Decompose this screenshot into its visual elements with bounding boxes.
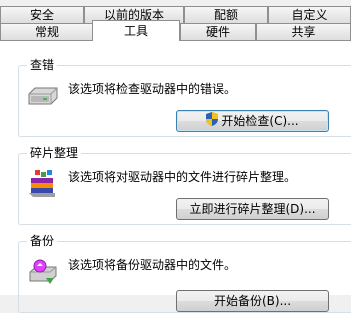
defragment-now-button[interactable]: 立即进行碎片整理(D)... bbox=[176, 198, 329, 220]
error-checking-title: 查错 bbox=[27, 57, 58, 73]
error-checking-group: 查错 该选项将检查驱动器中的错误。 开始检查(C)... bbox=[18, 57, 351, 137]
backup-description: 该选项将备份驱动器中的文件。 bbox=[68, 258, 237, 272]
defragmentation-title: 碎片整理 bbox=[27, 145, 82, 161]
tab-quota[interactable]: 配额 bbox=[184, 6, 268, 23]
backup-group: 备份 该选项将备份驱动器中的文件。 开始备份(B)... bbox=[18, 233, 351, 313]
error-checking-description: 该选项将检查驱动器中的错误。 bbox=[68, 82, 237, 96]
backup-title: 备份 bbox=[27, 233, 58, 249]
tab-sharing[interactable]: 共享 bbox=[256, 23, 351, 40]
tools-tab-panel: 查错 该选项将检查驱动器中的错误。 开始检查(C)... 碎片整理 该选项将对驱… bbox=[0, 40, 351, 313]
backup-icon bbox=[26, 258, 58, 291]
defragment-icon bbox=[27, 168, 57, 203]
tab-hardware[interactable]: 硬件 bbox=[180, 23, 256, 40]
tab-customize[interactable]: 自定义 bbox=[268, 6, 351, 23]
check-now-button[interactable]: 开始检查(C)... bbox=[176, 110, 329, 132]
tab-security[interactable]: 安全 bbox=[0, 6, 84, 23]
tab-tools[interactable]: 工具 bbox=[92, 20, 180, 41]
disk-drive-icon bbox=[26, 84, 60, 113]
defragmentation-description: 该选项将对驱动器中的文件进行碎片整理。 bbox=[68, 170, 297, 184]
defragmentation-group: 碎片整理 该选项将对驱动器中的文件进行碎片整理。 立即进行碎片整理(D)... bbox=[18, 145, 351, 225]
tab-general[interactable]: 常规 bbox=[0, 23, 94, 40]
check-now-label: 开始检查(C)... bbox=[221, 114, 299, 128]
backup-now-button[interactable]: 开始备份(B)... bbox=[176, 290, 329, 312]
uac-shield-icon bbox=[206, 111, 219, 132]
